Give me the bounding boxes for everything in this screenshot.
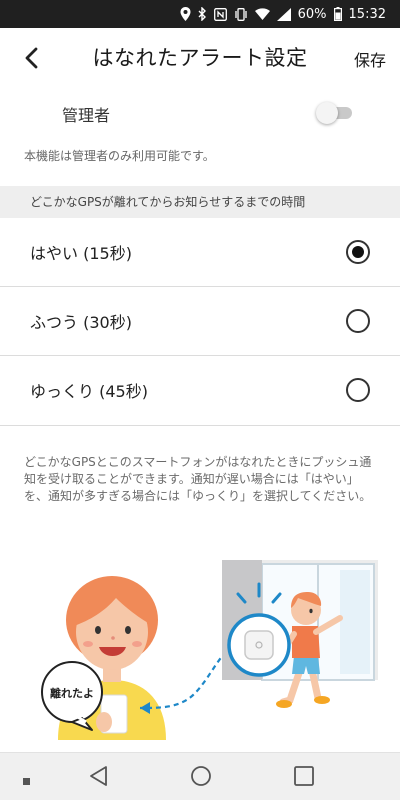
back-nav-button[interactable] [88,765,110,791]
speech-bubble-text: 離れたよ [50,686,94,700]
radio-button[interactable] [346,309,370,333]
signal-icon [276,7,291,21]
clock: 15:32 [348,6,386,22]
admin-note: 本機能は管理者のみ利用可能です。 [24,149,215,163]
overview-square-icon [294,766,314,786]
recents-dot-button[interactable] [22,772,32,791]
radio-button-selected[interactable] [346,240,370,264]
status-bar: 60% 15:32 [0,0,400,28]
page-title: はなれたアラート設定 [92,46,308,70]
option-label: はやい (15秒) [30,244,132,263]
battery-icon [333,7,342,21]
home-circle-icon [191,766,211,786]
admin-label: 管理者 [62,106,111,125]
battery-percent: 60% [297,6,327,22]
back-triangle-icon [90,766,107,786]
toggle-thumb [316,102,338,124]
radio-button[interactable] [346,378,370,402]
description-text: どこかなGPSとこのスマートフォンがはなれたときにプッシュ通知を受け取ることがで… [24,455,372,503]
option-fast[interactable]: はやい (15秒) [0,218,400,287]
save-button[interactable]: 保存 [354,47,386,71]
wifi-icon [254,8,270,20]
illustration: 離れたよ [0,540,400,750]
location-icon [180,7,191,21]
admin-toggle[interactable] [316,101,354,124]
overview-nav-button[interactable] [293,765,315,791]
option-slow[interactable]: ゆっくり (45秒) [0,356,400,426]
bluetooth-icon [198,7,207,21]
option-label: ゆっくり (45秒) [30,382,148,401]
section-header: どこかなGPSが離れてからお知らせするまでの時間 [0,186,400,218]
option-normal[interactable]: ふつう (30秒) [0,287,400,356]
home-nav-button[interactable] [190,765,212,791]
admin-row: 管理者 [0,92,400,132]
option-label: ふつう (30秒) [30,313,132,332]
nfc-icon [213,7,227,21]
vibrate-icon [234,7,248,21]
recents-dot-icon [23,778,30,785]
option-list: はやい (15秒) ふつう (30秒) ゆっくり (45秒) [0,218,400,426]
app-header: はなれたアラート設定 保存 [0,28,400,88]
navigation-bar [0,752,400,800]
